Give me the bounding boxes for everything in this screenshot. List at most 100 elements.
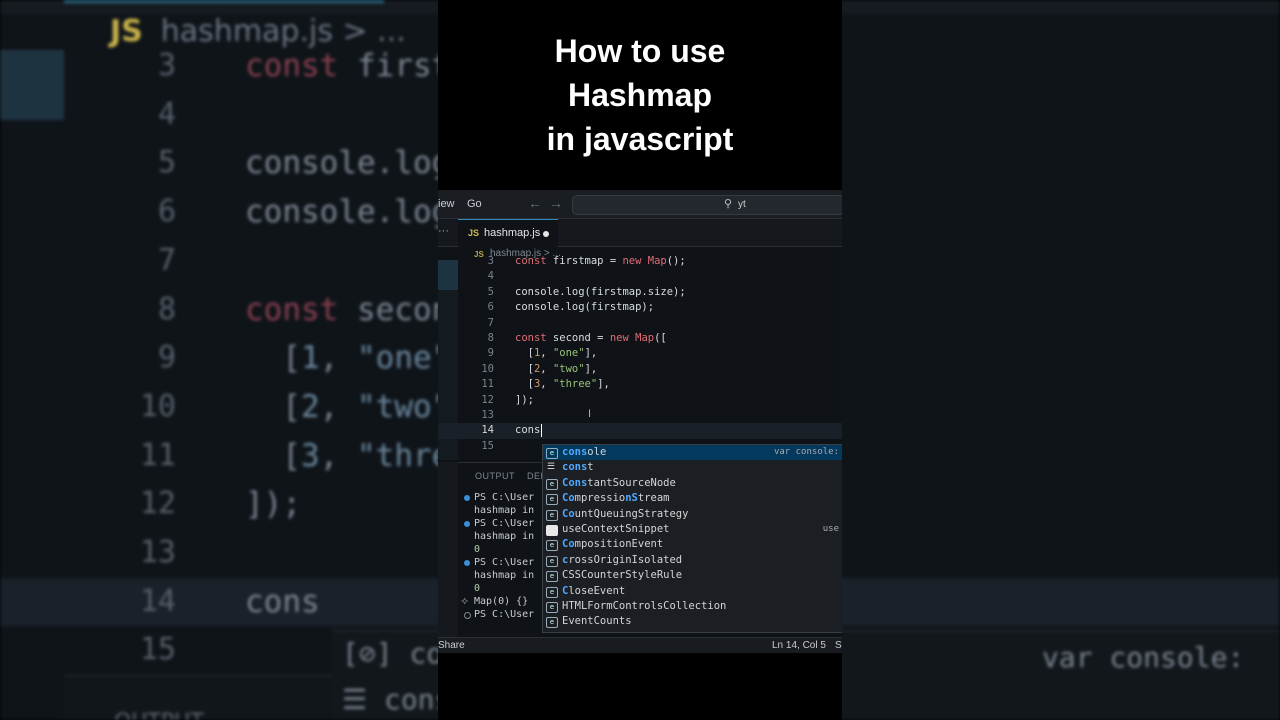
suggestion-item[interactable]: ☰ const <box>543 460 842 475</box>
command-center-search[interactable]: ⚲ yt <box>572 195 842 215</box>
unsaved-dot-icon[interactable] <box>543 231 549 237</box>
code-line[interactable]: 3 const firstmap = new Map(); <box>438 254 842 269</box>
title-line-2: Hashmap <box>567 77 713 113</box>
suggestion-label: CompositionEvent <box>562 538 664 551</box>
bg-line-number: 5 <box>157 145 176 181</box>
variable-icon: e <box>546 602 558 613</box>
bg-line-number: 9 <box>157 340 176 376</box>
suggestion-label: const <box>562 461 594 474</box>
tab-hashmap-js[interactable]: JS hashmap.js <box>458 219 558 247</box>
line-code: [2, "two"], <box>515 362 598 375</box>
suggestion-label: console <box>562 446 607 458</box>
line-code: cons <box>515 423 543 437</box>
lower-black-bar <box>438 653 842 720</box>
code-line[interactable]: 10 [2, "two"], <box>438 362 842 377</box>
code-line[interactable]: 11 [3, "three"], <box>438 377 842 392</box>
line-code: const second = new Map([ <box>515 332 667 344</box>
status-spaces[interactable]: Sp <box>835 640 842 651</box>
variable-icon: e <box>546 617 558 629</box>
code-line[interactable]: 13 <box>438 408 842 423</box>
line-code: console.log(firstmap.size); <box>515 285 686 298</box>
more-tabs-icon[interactable]: ··· <box>438 225 449 237</box>
suggestion-label: EventCounts <box>562 615 632 628</box>
line-number: 8 <box>487 332 494 344</box>
suggestion-detail: var console: <box>773 447 839 457</box>
suggestion-item[interactable]: useContextSnippet use <box>543 522 842 537</box>
js-file-icon: JS <box>468 228 480 238</box>
suggestion-item[interactable]: e console var console: <box>543 445 842 461</box>
status-share[interactable]: Share <box>438 640 465 651</box>
menu-go[interactable]: Go <box>467 198 482 210</box>
line-code: const firstmap = new Map(); <box>515 255 686 267</box>
terminal-line: PS C:\User <box>474 557 535 568</box>
terminal-line: Map(0) {} <box>474 596 529 607</box>
line-number: 10 <box>481 362 494 375</box>
terminal-line: hashmap in <box>474 531 535 542</box>
variable-icon: e <box>546 448 558 459</box>
terminal-status-dot[interactable] <box>464 560 470 566</box>
variable-icon: e <box>546 509 558 521</box>
line-number: 9 <box>487 347 494 360</box>
terminal-line: PS C:\User <box>474 518 535 529</box>
bg-line-number: 10 <box>139 388 176 424</box>
vscode-window: iew Go ← → ⚲ yt ··· JS hashmap.js JS has… <box>438 190 842 653</box>
terminal-line: 0 <box>474 583 481 594</box>
suggestion-item[interactable]: e ConstantSourceNode <box>543 476 842 491</box>
variable-icon: e <box>546 571 558 583</box>
suggestion-label: ConstantSourceNode <box>562 476 676 489</box>
suggestion-label: HTMLFormControlsCollection <box>562 600 727 612</box>
terminal-status-dot[interactable] <box>464 495 470 501</box>
suggestion-item[interactable]: e crossOriginIsolated <box>543 553 842 568</box>
suggestion-item[interactable]: e CloseEvent <box>543 584 842 599</box>
variable-icon: e <box>546 586 558 598</box>
suggestion-item[interactable]: e CSSCounterStyleRule <box>543 568 842 583</box>
status-cursor-position[interactable]: Ln 14, Col 5 <box>772 640 826 651</box>
terminal-status-dot[interactable] <box>464 612 471 619</box>
bg-line-number: 11 <box>139 437 176 473</box>
code-line[interactable]: 4 <box>438 269 842 284</box>
suggestion-label: CountQueuingStrategy <box>562 507 689 520</box>
code-line[interactable]: 6 console.log(firstmap); <box>438 300 842 315</box>
code-line[interactable]: 8 const second = new Map([ <box>438 331 842 346</box>
bg-line-number: 3 <box>157 48 176 83</box>
code-line[interactable]: 7 <box>438 316 842 331</box>
search-icon: ⚲ <box>724 198 733 210</box>
video-title: How to use Hashmap in javascript <box>438 0 842 190</box>
back-arrow-icon[interactable]: ← <box>528 195 542 211</box>
variable-icon: e <box>546 540 558 552</box>
terminal-line: hashmap in <box>474 505 535 516</box>
line-code: [1, "one"], <box>515 347 598 360</box>
suggestion-item[interactable]: e CountQueuingStrategy <box>543 507 842 522</box>
suggestion-detail: use <box>822 524 839 534</box>
code-line[interactable]: 9 [1, "one"], <box>438 346 842 361</box>
terminal-line: PS C:\User <box>474 609 535 620</box>
suggestion-item[interactable]: e CompositionEvent <box>543 537 842 552</box>
autocomplete-suggestions[interactable]: e console var console: ☰ const e ConstantSourc… <box>542 444 842 633</box>
snippet-icon <box>546 525 558 536</box>
menu-view[interactable]: iew <box>438 198 455 210</box>
code-line[interactable]: 12]); <box>438 393 842 408</box>
bg-panel: OUTPUT <box>64 675 332 720</box>
line-number: 3 <box>487 255 494 267</box>
suggestion-item[interactable]: e CompressionStream <box>543 491 842 506</box>
editor-tab-bar: ··· JS hashmap.js <box>438 219 842 247</box>
bg-line-number: 8 <box>157 291 176 327</box>
line-number: 11 <box>481 378 494 391</box>
tab-output[interactable]: OUTPUT <box>475 471 515 481</box>
variable-icon: e <box>546 555 558 567</box>
terminal-line: 0 <box>474 544 481 555</box>
code-editor[interactable]: 3 const firstmap = new Map(); 4 5 console.lo… <box>438 255 842 460</box>
terminal-status-dot[interactable] <box>464 521 470 527</box>
bg-line-number: 6 <box>157 194 176 230</box>
line-number: 13 <box>481 409 494 421</box>
suggestion-item[interactable]: e EventCounts <box>543 614 842 629</box>
forward-arrow-icon[interactable]: → <box>549 195 563 211</box>
code-line[interactable]: 14 cons <box>438 423 842 439</box>
bg-line-number: 12 <box>139 486 176 522</box>
sparkle-icon[interactable]: ✧ <box>460 595 469 608</box>
code-line[interactable]: 5 console.log(firstmap.size); <box>438 285 842 300</box>
panel-left-edge <box>438 462 458 637</box>
suggestion-item[interactable]: e HTMLFormControlsCollection <box>543 599 842 614</box>
suggestion-label: CompressionStream <box>562 492 670 505</box>
terminal-line: PS C:\User <box>474 492 535 503</box>
